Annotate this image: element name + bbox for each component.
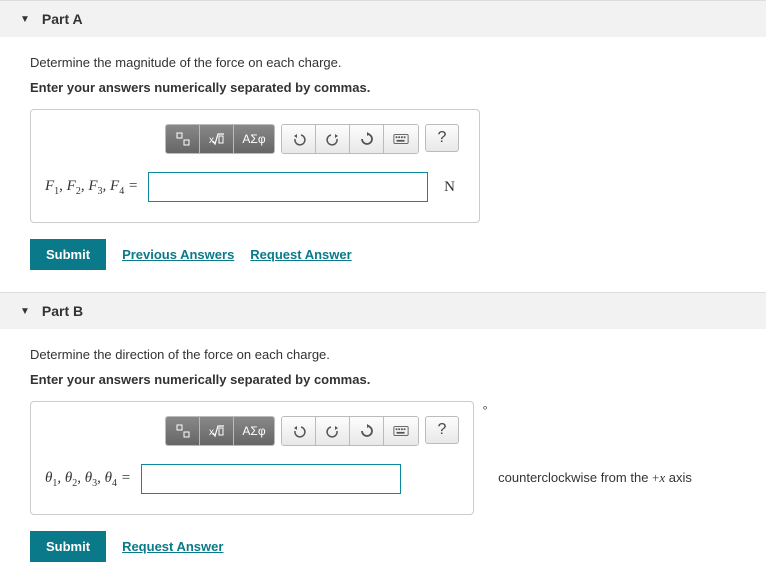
instruction-text: Enter your answers numerically separated… bbox=[30, 372, 736, 387]
part-a-body: Determine the magnitude of the force on … bbox=[0, 37, 766, 292]
toolbar-group-templates: x ΑΣφ bbox=[165, 124, 275, 154]
template-fraction-icon[interactable] bbox=[166, 125, 200, 153]
svg-text:x: x bbox=[209, 135, 214, 146]
redo-icon[interactable] bbox=[316, 417, 350, 445]
part-b-header[interactable]: ▼ Part B bbox=[0, 293, 766, 329]
part-b-title: Part B bbox=[42, 303, 83, 319]
answer-region: x ΑΣφ bbox=[30, 109, 480, 223]
actions-row: Submit Request Answer bbox=[30, 531, 736, 562]
template-root-icon[interactable]: x bbox=[200, 417, 234, 445]
part-a: ▼ Part A Determine the magnitude of the … bbox=[0, 0, 766, 292]
help-button[interactable]: ? bbox=[425, 416, 459, 444]
instruction-text: Enter your answers numerically separated… bbox=[30, 80, 736, 95]
submit-button[interactable]: Submit bbox=[30, 239, 106, 270]
toolbar-group-edit bbox=[281, 124, 419, 154]
keyboard-icon[interactable] bbox=[384, 125, 418, 153]
template-root-icon[interactable]: x bbox=[200, 125, 234, 153]
input-row: F1, F2, F3, F4 = N bbox=[45, 172, 465, 202]
toolbar-group-templates: x ΑΣφ bbox=[165, 416, 275, 446]
previous-answers-link[interactable]: Previous Answers bbox=[122, 247, 234, 262]
answer-input[interactable] bbox=[148, 172, 428, 202]
answer-region: x ΑΣφ bbox=[30, 401, 474, 515]
answer-input[interactable] bbox=[141, 464, 401, 494]
greek-letters-button[interactable]: ΑΣφ bbox=[234, 125, 274, 153]
template-fraction-icon[interactable] bbox=[166, 417, 200, 445]
redo-icon[interactable] bbox=[316, 125, 350, 153]
part-a-header[interactable]: ▼ Part A bbox=[0, 1, 766, 37]
greek-letters-button[interactable]: ΑΣφ bbox=[234, 417, 274, 445]
unit-label: N bbox=[444, 179, 455, 196]
caret-down-icon: ▼ bbox=[20, 14, 30, 25]
request-answer-link[interactable]: Request Answer bbox=[122, 539, 223, 554]
input-toolbar: x ΑΣφ bbox=[165, 416, 459, 446]
undo-icon[interactable] bbox=[282, 417, 316, 445]
keyboard-icon[interactable] bbox=[384, 417, 418, 445]
prompt-text: Determine the magnitude of the force on … bbox=[30, 55, 736, 70]
submit-button[interactable]: Submit bbox=[30, 531, 106, 562]
actions-row: Submit Previous Answers Request Answer bbox=[30, 239, 736, 270]
input-toolbar: x ΑΣφ bbox=[165, 124, 465, 154]
prompt-text: Determine the direction of the force on … bbox=[30, 347, 736, 362]
suffix-text: counterclockwise from the +x axis bbox=[498, 470, 692, 485]
caret-down-icon: ▼ bbox=[20, 306, 30, 317]
toolbar-group-edit bbox=[281, 416, 419, 446]
variable-label: F1, F2, F3, F4 = bbox=[45, 178, 138, 197]
reset-icon[interactable] bbox=[350, 125, 384, 153]
variable-label: θ1, θ2, θ3, θ4 = bbox=[45, 470, 131, 489]
degree-symbol: ∘ bbox=[482, 402, 489, 414]
svg-text:x: x bbox=[209, 427, 214, 438]
part-b: ▼ Part B Determine the direction of the … bbox=[0, 292, 766, 584]
input-row: θ1, θ2, θ3, θ4 = bbox=[45, 464, 459, 494]
help-button[interactable]: ? bbox=[425, 124, 459, 152]
part-a-title: Part A bbox=[42, 11, 83, 27]
part-b-body: Determine the direction of the force on … bbox=[0, 329, 766, 584]
reset-icon[interactable] bbox=[350, 417, 384, 445]
undo-icon[interactable] bbox=[282, 125, 316, 153]
request-answer-link[interactable]: Request Answer bbox=[250, 247, 351, 262]
